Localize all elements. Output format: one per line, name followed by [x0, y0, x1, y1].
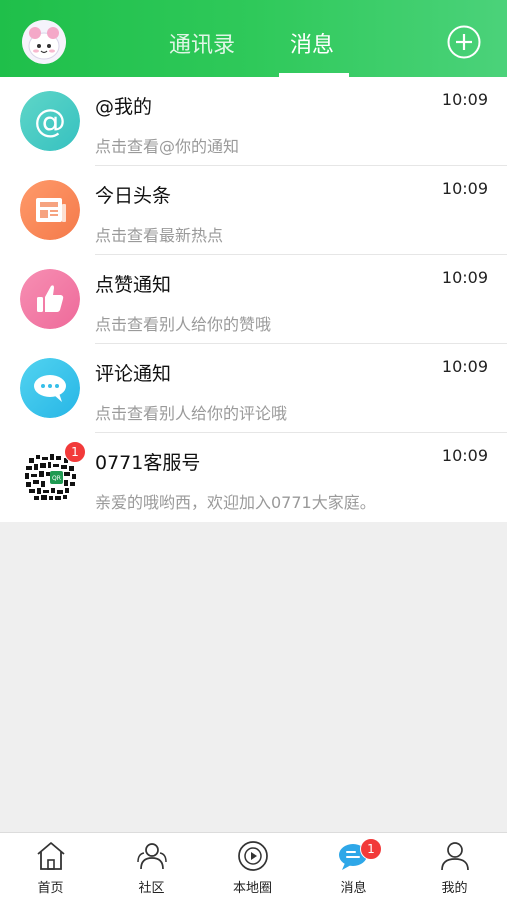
- item-subtitle: 点击查看最新热点: [95, 226, 224, 245]
- user-avatar[interactable]: [22, 20, 66, 64]
- nav-label: 消息: [340, 881, 367, 896]
- tab-messages[interactable]: 消息: [290, 27, 334, 59]
- item-title: 评论通知: [95, 363, 172, 385]
- thumbs-up-icon: [20, 269, 80, 329]
- nav-label: 本地圈: [232, 881, 272, 896]
- profile-icon: [440, 842, 469, 871]
- nav-local-circle[interactable]: 本地圈: [202, 833, 303, 900]
- list-item-mentions[interactable]: @ @我的 点击查看@你的通知 10:09: [0, 77, 507, 166]
- item-title: 今日头条: [95, 185, 172, 207]
- newspaper-icon: [20, 180, 80, 240]
- top-bar: 通讯录 消息: [0, 0, 507, 77]
- item-subtitle: 点击查看别人给你的赞哦: [95, 315, 272, 334]
- nav-messages[interactable]: 1 消息: [303, 833, 404, 900]
- nav-profile[interactable]: 我的: [404, 833, 505, 900]
- unread-badge: 1: [360, 838, 382, 860]
- item-time: 10:09: [441, 268, 488, 287]
- nav-community[interactable]: 社区: [101, 833, 202, 900]
- tab-contacts[interactable]: 通讯录: [169, 27, 235, 59]
- nav-label: 社区: [138, 881, 165, 896]
- item-title: 0771客服号: [95, 452, 201, 474]
- message-list: @ @我的 点击查看@你的通知 10:09 今日头条 点击查看最新热点 10:0…: [0, 77, 507, 522]
- comment-bubble-icon: [20, 358, 80, 418]
- item-title: @我的: [95, 96, 153, 118]
- nav-label: 首页: [37, 881, 64, 896]
- item-time: 10:09: [441, 446, 488, 465]
- cartoon-avatar-icon: [22, 20, 66, 64]
- at-icon: @: [20, 91, 80, 151]
- nav-label: 我的: [441, 881, 468, 896]
- add-circle-icon[interactable]: [447, 25, 481, 59]
- item-subtitle: 亲爱的哦哟西，欢迎加入0771大家庭。: [95, 493, 376, 512]
- local-circle-icon: [237, 841, 268, 871]
- item-time: 10:09: [441, 179, 488, 198]
- item-time: 10:09: [441, 357, 488, 376]
- item-subtitle: 点击查看@你的通知: [95, 137, 240, 156]
- item-time: 10:09: [441, 90, 488, 109]
- svg-text:QR: QR: [52, 475, 61, 482]
- item-subtitle: 点击查看别人给你的评论哦: [95, 404, 288, 423]
- unread-badge: 1: [64, 441, 86, 463]
- svg-text:@: @: [34, 102, 66, 140]
- list-item-likes[interactable]: 点赞通知 点击查看别人给你的赞哦 10:09: [0, 255, 507, 344]
- item-title: 点赞通知: [95, 274, 172, 296]
- list-item-comments[interactable]: 评论通知 点击查看别人给你的评论哦 10:09: [0, 344, 507, 433]
- bottom-nav: 首页 社区 本地圈 1 消息 我的: [0, 832, 507, 900]
- nav-home[interactable]: 首页: [0, 833, 101, 900]
- community-icon: [136, 843, 167, 870]
- home-icon: [36, 842, 65, 870]
- list-item-service-account[interactable]: QR 1 0771客服号 亲爱的哦哟西，欢迎加入0771大家庭。 10:09: [0, 433, 507, 522]
- list-item-headlines[interactable]: 今日头条 点击查看最新热点 10:09: [0, 166, 507, 255]
